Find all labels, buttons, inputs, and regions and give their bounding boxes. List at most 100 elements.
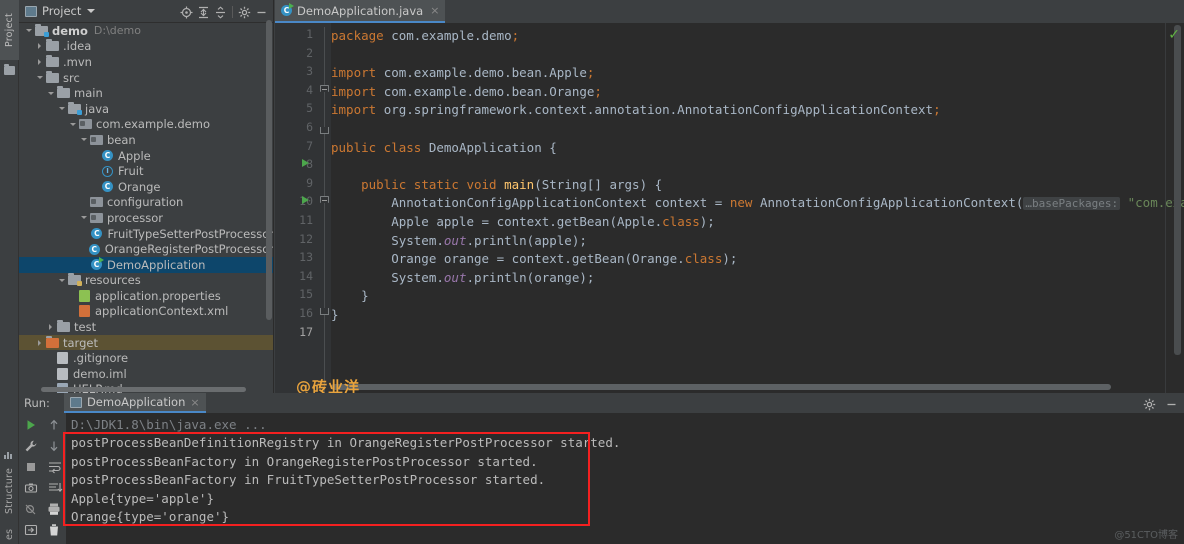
tree-node-fruittypesetterpostprocessor[interactable]: C FruitTypeSetterPostProcessor — [19, 226, 274, 242]
class-icon: C — [102, 181, 113, 193]
debug-off-icon[interactable] — [24, 501, 38, 515]
tree-node-demoapplication[interactable]: C DemoApplication — [19, 256, 274, 273]
project-window-icon — [25, 5, 37, 17]
chevron-down-icon[interactable] — [69, 120, 78, 129]
chevron-down-icon[interactable] — [25, 26, 34, 35]
panel-divider[interactable] — [273, 0, 274, 393]
close-icon[interactable]: × — [190, 396, 199, 409]
run-side-toolbar-col2 — [42, 413, 65, 544]
tree-node-bean[interactable]: bean — [19, 132, 274, 148]
tree-node-target[interactable]: target — [19, 334, 274, 351]
scroll-down-icon[interactable] — [47, 438, 61, 452]
run-tab-demoapplication[interactable]: DemoApplication × — [63, 393, 206, 413]
fold-imports-end-icon[interactable] — [320, 127, 329, 134]
chevron-down-icon[interactable] — [58, 276, 67, 285]
tree-node-test[interactable]: test — [19, 319, 274, 335]
corner-watermark: @51CTO博客 — [1114, 530, 1178, 541]
editor-area: C DemoApplication.java × 1 2 3 4 5 6 7 8 9 10 11 12… — [275, 0, 1184, 393]
tree-node-apple[interactable]: C Apple — [19, 148, 274, 164]
close-icon[interactable]: × — [430, 4, 439, 17]
chevron-down-icon[interactable] — [80, 135, 89, 144]
tree-node-label: application.properties — [95, 288, 221, 303]
tree-node-orange[interactable]: C Orange — [19, 179, 274, 195]
tree-node-java[interactable]: java — [19, 101, 274, 117]
tree-node-com-example-demo[interactable]: com.example.demo — [19, 117, 274, 133]
export-icon[interactable] — [24, 522, 38, 536]
stop-icon[interactable] — [24, 459, 38, 473]
gitignore-file-icon — [57, 352, 68, 365]
tree-node-demo[interactable]: demo D:\demo — [19, 23, 274, 39]
chevron-right-icon[interactable] — [36, 57, 45, 66]
expand-all-icon[interactable] — [195, 4, 212, 20]
tree-node-src[interactable]: src — [19, 70, 274, 86]
editor-horizontal-scrollbar[interactable] — [331, 384, 1111, 390]
line-number-gutter: 1 2 3 4 5 6 7 8 9 10 11 12 13 14 15 16 17 — [275, 23, 319, 393]
editor-vertical-scrollbar[interactable] — [1174, 25, 1181, 355]
rerun-icon[interactable] — [24, 417, 38, 431]
code-area[interactable]: 1 2 3 4 5 6 7 8 9 10 11 12 13 14 15 16 17 package com.ex… — [275, 23, 1184, 393]
fold-strip[interactable] — [319, 23, 331, 393]
chevron-down-icon[interactable] — [87, 9, 96, 13]
chevron-right-icon[interactable] — [36, 42, 45, 51]
fold-imports-icon[interactable] — [320, 85, 329, 92]
line-number: 14 — [299, 268, 313, 283]
tree-node-resources[interactable]: resources — [19, 273, 274, 289]
sidebar-tab-structure-label: Structure — [4, 468, 15, 514]
fold-method-icon[interactable] — [320, 196, 329, 203]
chevron-down-icon[interactable] — [58, 104, 67, 113]
settings-wrench-icon[interactable] — [24, 438, 38, 452]
collapse-all-icon[interactable] — [212, 4, 229, 20]
scroll-to-end-icon[interactable] — [47, 480, 62, 494]
code-token: import — [331, 65, 384, 81]
source-code[interactable]: package com.example.demo; import com.exam… — [331, 23, 1184, 393]
print-icon[interactable] — [47, 501, 61, 515]
tree-node-application-properties[interactable]: application.properties — [19, 288, 274, 304]
sidebar-tab-favorites[interactable]: es — [0, 524, 19, 544]
toolbar-divider — [232, 6, 233, 18]
run-method-gutter-icon[interactable] — [302, 196, 309, 204]
chevron-down-icon[interactable] — [47, 89, 56, 98]
fold-guide-line — [324, 27, 325, 393]
tree-node-label: src — [63, 70, 80, 85]
inspection-ok-icon[interactable]: ✓ — [1168, 28, 1180, 42]
sidebar-tab-project[interactable]: Project — [0, 0, 19, 60]
scroll-up-icon[interactable] — [47, 417, 61, 431]
tree-node-configuration[interactable]: configuration — [19, 195, 274, 211]
tree-node-fruit[interactable]: I Fruit — [19, 163, 274, 179]
trash-icon[interactable] — [47, 522, 61, 536]
tree-node--idea[interactable]: .idea — [19, 39, 274, 55]
console-line: postProcessBeanFactory in FruitTypeSette… — [71, 472, 546, 488]
code-token: DemoApplication { — [428, 139, 557, 155]
tree-node-demo-iml[interactable]: demo.iml — [19, 366, 274, 382]
run-config-icon — [69, 396, 82, 408]
fold-method-end-icon[interactable] — [320, 308, 329, 315]
tree-node--mvn[interactable]: .mvn — [19, 54, 274, 70]
project-tree[interactable]: demo D:\demo .idea .mvn src main java com.examp… — [19, 23, 274, 393]
camera-icon[interactable] — [24, 480, 38, 494]
chevron-down-icon[interactable] — [80, 213, 89, 222]
tree-node-orangeregisterpostprocessor[interactable]: C OrangeRegisterPostProcessor — [19, 241, 274, 257]
code-token: org.springframework.context.annotation.A… — [383, 102, 934, 118]
tree-node--gitignore[interactable]: .gitignore — [19, 350, 274, 366]
console-output[interactable]: D:\JDK1.8\bin\java.exe ... postProcessBea… — [66, 413, 1184, 544]
locate-icon[interactable] — [178, 4, 195, 20]
class-icon: C — [88, 243, 100, 255]
soft-wrap-icon[interactable] — [47, 459, 61, 474]
code-token: com.example.demo.bean.Apple — [383, 65, 587, 81]
tree-node-applicationcontext-xml[interactable]: applicationContext.xml — [19, 304, 274, 320]
tree-node-main[interactable]: main — [19, 85, 274, 101]
editor-tab-demoapplication[interactable]: C DemoApplication.java × — [275, 0, 446, 23]
project-tree-horizontal-scrollbar[interactable] — [41, 387, 246, 392]
gear-icon[interactable] — [236, 4, 253, 20]
run-class-gutter-icon[interactable] — [302, 159, 309, 167]
chevron-right-icon[interactable] — [36, 338, 45, 347]
project-tree-vertical-scrollbar[interactable] — [266, 20, 272, 320]
tree-node-processor[interactable]: processor — [19, 210, 274, 226]
tree-node-label: bean — [107, 132, 136, 147]
minimize-icon[interactable] — [253, 4, 270, 20]
sidebar-tab-structure[interactable]: Structure — [0, 460, 19, 522]
code-token: package — [331, 28, 392, 43]
chevron-down-icon[interactable] — [36, 73, 45, 82]
chevron-right-icon[interactable] — [47, 323, 56, 332]
